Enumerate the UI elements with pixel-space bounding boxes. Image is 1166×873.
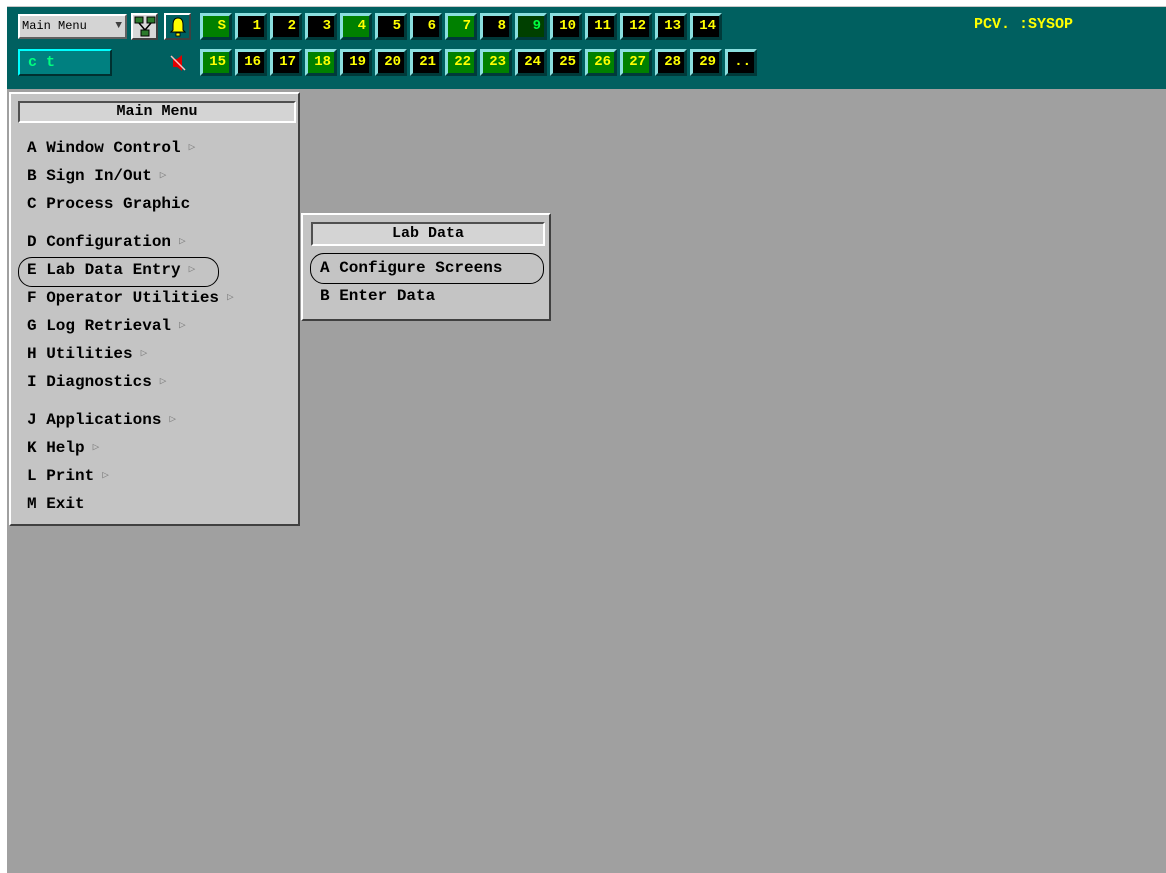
selection-highlight [310, 253, 544, 284]
user-label: PCV. :SYSOP [974, 16, 1074, 33]
menu-item-label: K Help [27, 439, 85, 457]
lab-data-submenu: Lab Data A Configure Screens B Enter Data [301, 213, 551, 321]
workspace: Main Menu A Window Control ▷ B Sign In/Out… [7, 89, 1166, 873]
display-button-13[interactable]: 13 [655, 13, 687, 40]
submenu-arrow-icon: ▷ [140, 348, 148, 360]
submenu-arrow-icon: ▷ [169, 414, 177, 426]
display-button-25[interactable]: 25 [550, 49, 582, 76]
command-field[interactable]: c t [18, 49, 112, 76]
display-button-7[interactable]: 7 [445, 13, 477, 40]
display-button-14[interactable]: 14 [690, 13, 722, 40]
submenu-arrow-icon: ▷ [159, 376, 167, 388]
display-button-24[interactable]: 24 [515, 49, 547, 76]
menu-item-label: A Window Control [27, 139, 181, 157]
menu-item-diagnostics[interactable]: I Diagnostics [27, 372, 152, 392]
display-button-27[interactable]: 27 [620, 49, 652, 76]
display-button-16[interactable]: 16 [235, 49, 267, 76]
submenu-arrow-icon: ▷ [92, 442, 100, 454]
network-icon[interactable] [131, 13, 158, 40]
lab-data-title: Lab Data [311, 222, 545, 246]
display-button-3[interactable]: 3 [305, 13, 337, 40]
display-button-6[interactable]: 6 [410, 13, 442, 40]
main-menu-dropdown-label: Main Menu [22, 19, 87, 33]
submenu-arrow-icon: ▷ [102, 470, 109, 482]
display-button-18[interactable]: 18 [305, 49, 337, 76]
speaker-icon[interactable] [164, 49, 191, 76]
menu-item-exit[interactable]: M Exit [27, 494, 85, 514]
display-button-15[interactable]: 15 [200, 49, 232, 76]
display-button-28[interactable]: 28 [655, 49, 687, 76]
submenu-arrow-icon: ▷ [179, 320, 186, 332]
main-menu-panel: Main Menu A Window Control ▷ B Sign In/Out… [9, 92, 300, 526]
submenu-arrow-icon: ▷ [159, 170, 167, 182]
bell-icon[interactable] [164, 13, 191, 40]
display-button-2[interactable]: 2 [270, 13, 302, 40]
main-menu-title: Main Menu [18, 101, 296, 123]
menu-item-utilities[interactable]: H Utilities [27, 344, 133, 364]
menu-item-label: I Diagnostics [27, 373, 152, 391]
display-button-29[interactable]: 29 [690, 49, 722, 76]
menu-item-operator-utilities[interactable]: F Operator Utilities [27, 288, 219, 308]
top-toolbar: Main Menu ▼ c t S 1 2 3 4 5 6 7 8 9 10 11 12 13 14 15 1… [7, 6, 1166, 89]
menu-item-label: M Exit [27, 495, 85, 513]
menu-item-label: H Utilities [27, 345, 133, 363]
menu-item-sign-in-out[interactable]: B Sign In/Out [27, 166, 152, 186]
menu-item-label: D Configuration [27, 233, 172, 251]
display-button-more[interactable]: .. [725, 49, 757, 76]
display-button-26[interactable]: 26 [585, 49, 617, 76]
display-button-5[interactable]: 5 [375, 13, 407, 40]
display-button-23[interactable]: 23 [480, 49, 512, 76]
display-button-10[interactable]: 10 [550, 13, 582, 40]
menu-item-label: G Log Retrieval [27, 317, 172, 335]
display-button-12[interactable]: 12 [620, 13, 652, 40]
display-button-9[interactable]: 9 [515, 13, 547, 40]
command-field-value: c t [28, 54, 56, 71]
display-button-17[interactable]: 17 [270, 49, 302, 76]
main-menu-dropdown[interactable]: Main Menu ▼ [18, 14, 127, 39]
submenu-arrow-icon: ▷ [227, 292, 234, 304]
menu-item-configuration[interactable]: D Configuration [27, 232, 171, 252]
display-button-s[interactable]: S [200, 13, 232, 40]
display-button-11[interactable]: 11 [585, 13, 617, 40]
menu-item-log-retrieval[interactable]: G Log Retrieval [27, 316, 171, 336]
menu-item-window-control[interactable]: A Window Control [27, 138, 181, 158]
display-button-8[interactable]: 8 [480, 13, 512, 40]
submenu-arrow-icon: ▷ [179, 236, 186, 248]
menu-item-help[interactable]: K Help [27, 438, 85, 458]
menu-item-label: B Sign In/Out [27, 167, 152, 185]
menu-item-label: J Applications [27, 411, 162, 429]
menu-item-label: L Print [27, 467, 95, 485]
display-button-4[interactable]: 4 [340, 13, 372, 40]
menu-item-applications[interactable]: J Applications [27, 410, 161, 430]
menu-item-process-graphic[interactable]: C Process Graphic [27, 194, 190, 214]
display-button-22[interactable]: 22 [445, 49, 477, 76]
display-button-19[interactable]: 19 [340, 49, 372, 76]
dropdown-arrow-icon: ▼ [115, 20, 122, 32]
submenu-item-enter-data[interactable]: B Enter Data [320, 286, 435, 306]
menu-item-label: F Operator Utilities [27, 289, 220, 307]
display-button-20[interactable]: 20 [375, 49, 407, 76]
selection-highlight [18, 257, 219, 287]
display-button-21[interactable]: 21 [410, 49, 442, 76]
display-button-1[interactable]: 1 [235, 13, 267, 40]
menu-item-label: C Process Graphic [27, 195, 191, 213]
menu-item-print[interactable]: L Print [27, 466, 94, 486]
submenu-arrow-icon: ▷ [188, 142, 196, 154]
